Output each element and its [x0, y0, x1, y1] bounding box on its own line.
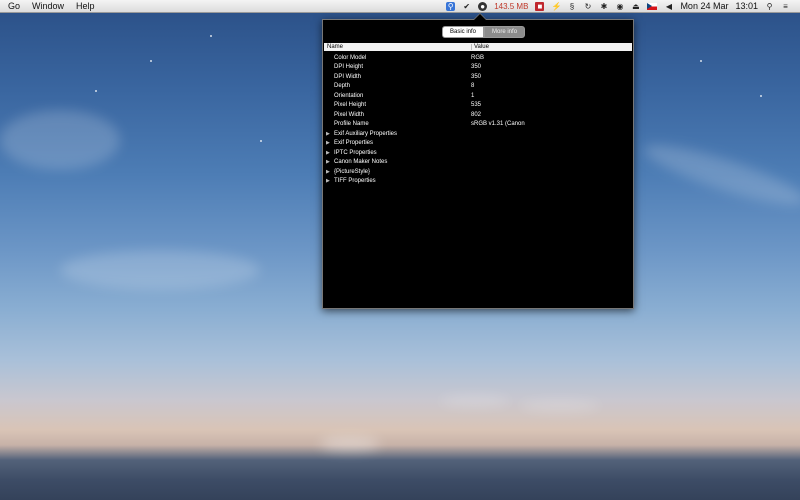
property-value: 350	[471, 73, 482, 80]
menu-go[interactable]: Go	[8, 1, 20, 11]
input-source-flag-icon[interactable]	[647, 2, 658, 10]
table-row[interactable]: DPI Height 350	[324, 63, 632, 73]
property-name: Depth	[334, 83, 351, 90]
group-name: Exif Auxiliary Properties	[334, 130, 398, 137]
group-name: Canon Maker Notes	[334, 159, 388, 166]
memory-usage[interactable]: 143.5 MB	[494, 2, 528, 11]
table-row[interactable]: Pixel Height 535	[324, 101, 632, 111]
property-name: DPI Height	[334, 64, 364, 71]
tab-more-info[interactable]: More info	[484, 26, 526, 38]
disclosure-triangle-icon[interactable]: ▶	[324, 150, 334, 156]
property-name: Orientation	[334, 92, 364, 99]
table-row[interactable]: Pixel Width 802	[324, 110, 632, 120]
group-name: TIFF Properties	[334, 178, 376, 185]
properties-table-header: Name Value	[324, 43, 632, 51]
lightning-icon[interactable]: ⚡	[551, 2, 561, 11]
group-row-exif[interactable]: ▶ Exif Properties	[324, 139, 632, 149]
check-circle-icon[interactable]: ✔	[462, 2, 471, 11]
disclosure-triangle-icon[interactable]: ▶	[324, 159, 334, 165]
group-name: IPTC Properties	[334, 149, 377, 156]
group-row-picture-style[interactable]: ▶ {PictureStyle}	[324, 167, 632, 177]
property-value: 350	[471, 64, 482, 71]
clock-date[interactable]: Mon 24 Mar	[680, 1, 728, 11]
properties-list: Color Model RGB DPI Height 350 DPI Width…	[324, 53, 632, 186]
property-value: 1	[471, 92, 475, 99]
script-icon[interactable]: §	[567, 2, 576, 11]
property-name: Color Model	[334, 54, 367, 61]
bluetooth-icon[interactable]: ✱	[599, 2, 608, 11]
notification-list-icon[interactable]: ≡	[781, 2, 790, 11]
time-machine-icon[interactable]: ↻	[583, 2, 592, 11]
disclosure-triangle-icon[interactable]: ▶	[324, 140, 334, 146]
property-name: Pixel Height	[334, 102, 367, 109]
column-header-value[interactable]: Value	[471, 44, 632, 50]
table-row[interactable]: Orientation 1	[324, 91, 632, 101]
table-row[interactable]: Color Model RGB	[324, 53, 632, 63]
property-value: sRGB v1.31 (Canon	[471, 121, 525, 128]
table-row[interactable]: Profile Name sRGB v1.31 (Canon	[324, 120, 632, 130]
property-value: 802	[471, 111, 482, 118]
group-row-iptc[interactable]: ▶ IPTC Properties	[324, 148, 632, 158]
wifi-icon[interactable]: ◉	[615, 2, 624, 11]
menu-window[interactable]: Window	[32, 1, 64, 11]
group-row-tiff[interactable]: ▶ TIFF Properties	[324, 177, 632, 187]
info-tab-control: Basic info More info	[442, 26, 526, 38]
group-name: {PictureStyle}	[334, 168, 371, 175]
eject-icon[interactable]: ⏏	[631, 2, 640, 11]
property-value: RGB	[471, 54, 485, 61]
property-name: DPI Width	[334, 73, 362, 80]
spotlight-search-icon[interactable]: ⚲	[765, 2, 774, 11]
clock-time[interactable]: 13:01	[735, 1, 758, 11]
tab-basic-info[interactable]: Basic info	[442, 26, 485, 38]
disclosure-triangle-icon[interactable]: ▶	[324, 169, 334, 175]
group-row-exif-auxiliary[interactable]: ▶ Exif Auxiliary Properties	[324, 129, 632, 139]
property-value: 535	[471, 102, 482, 109]
red-app-icon[interactable]: ■	[535, 1, 545, 11]
menu-bar: Go Window Help ⚲ ✔ ● 143.5 MB ■ ⚡ § ↻ ✱ …	[0, 0, 800, 13]
group-row-canon-maker-notes[interactable]: ▶ Canon Maker Notes	[324, 158, 632, 168]
column-header-name[interactable]: Name	[324, 44, 471, 50]
property-name: Pixel Width	[334, 111, 365, 118]
property-value: 8	[471, 83, 475, 90]
disclosure-triangle-icon[interactable]: ▶	[324, 178, 334, 184]
table-row[interactable]: DPI Width 350	[324, 72, 632, 82]
table-row[interactable]: Depth 8	[324, 82, 632, 92]
volume-icon[interactable]: ◀	[664, 2, 673, 11]
image-info-popover: Basic info More info Name Value Color Mo…	[322, 13, 634, 309]
menu-help[interactable]: Help	[76, 1, 95, 11]
group-name: Exif Properties	[334, 140, 374, 147]
app-status-icon[interactable]: ●	[478, 1, 488, 11]
disclosure-triangle-icon[interactable]: ▶	[324, 131, 334, 137]
property-name: Profile Name	[334, 121, 369, 128]
magnifier-status-icon[interactable]: ⚲	[446, 1, 456, 11]
